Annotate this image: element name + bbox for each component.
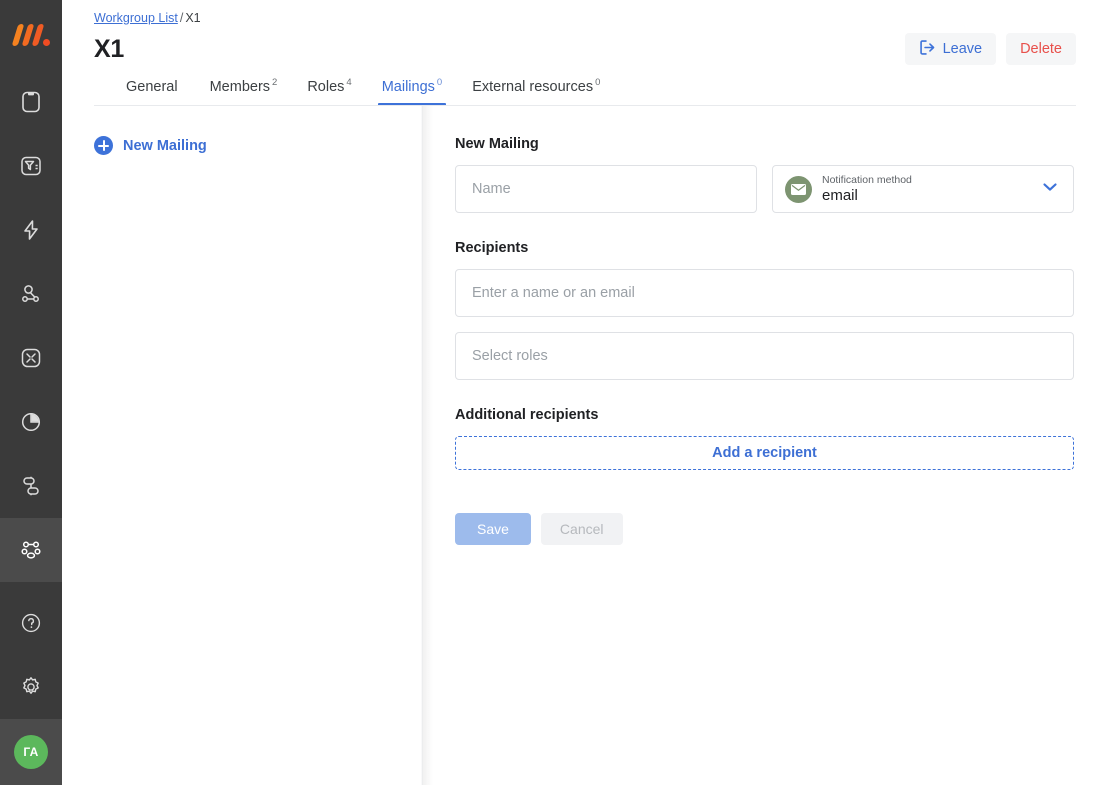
tab-roles-badge: 4	[346, 77, 352, 88]
qr-scan-icon	[19, 346, 43, 370]
plus-circle-icon	[94, 136, 113, 155]
new-mailing-label: New Mailing	[123, 137, 207, 154]
leave-button[interactable]: Leave	[904, 33, 997, 65]
leave-button-label: Leave	[942, 41, 983, 57]
pie-chart-icon	[19, 410, 43, 434]
title-row: X1 Leave Delete	[94, 33, 1076, 65]
cancel-button[interactable]: Cancel	[540, 513, 623, 545]
page-title: X1	[94, 34, 124, 63]
sidebar-item-reports[interactable]	[0, 390, 62, 454]
tab-members[interactable]: Members 2	[209, 77, 278, 106]
name-input[interactable]: Name	[455, 165, 757, 213]
delete-button-label: Delete	[1020, 41, 1062, 57]
form-actions: Save Cancel	[455, 513, 1074, 545]
tab-mailings[interactable]: Mailings 0	[377, 77, 447, 106]
recipients-label: Recipients	[455, 240, 529, 256]
app-root: ГА Workgroup List / X1 X1 Leave Delete G…	[0, 0, 1102, 785]
sidebar-item-workgroups[interactable]	[0, 518, 62, 582]
notification-method-select[interactable]: Notification method email	[772, 165, 1074, 213]
exit-icon	[919, 39, 936, 60]
tab-general-label: General	[126, 79, 178, 95]
tablet-icon	[20, 90, 42, 114]
lightning-bolt-icon	[19, 218, 43, 242]
rail-bottom-items: ГА	[0, 591, 62, 785]
delete-button[interactable]: Delete	[1006, 33, 1076, 65]
notification-method-caption: Notification method	[822, 173, 912, 186]
tab-mailings-badge: 0	[436, 77, 443, 88]
tab-mailings-label: Mailings	[381, 79, 435, 95]
name-and-method-row: Name Notification method email	[455, 165, 1074, 213]
tab-roles-label: Roles	[307, 79, 345, 95]
avatar-container[interactable]: ГА	[0, 719, 62, 785]
sidebar-item-settings[interactable]	[0, 655, 62, 719]
new-mailing-button[interactable]: New Mailing	[94, 136, 207, 155]
flow-branch-icon	[19, 474, 43, 498]
breadcrumb-separator: /	[179, 11, 184, 25]
save-button[interactable]: Save	[455, 513, 531, 545]
breadcrumb-current: X1	[185, 11, 201, 25]
form-heading: New Mailing	[455, 136, 539, 152]
chevron-down-icon[interactable]	[1041, 180, 1059, 198]
node-link-icon	[19, 282, 43, 306]
filter-list-icon	[19, 154, 43, 178]
add-recipient-button[interactable]: Add a recipient	[455, 436, 1074, 470]
app-logo[interactable]	[0, 0, 62, 70]
help-circle-icon	[19, 611, 43, 635]
header-actions: Leave Delete	[904, 33, 1076, 65]
breadcrumb-link-workgroup-list[interactable]: Workgroup List	[94, 11, 178, 25]
recipients-input[interactable]: Enter a name or an email	[455, 269, 1074, 317]
sidebar-item-automations[interactable]	[0, 198, 62, 262]
workgroups-icon	[18, 537, 44, 563]
sidebar-item-scan[interactable]	[0, 326, 62, 390]
new-mailing-form: New Mailing Name Notification method ema…	[423, 106, 1102, 785]
sidebar-item-filters[interactable]	[0, 134, 62, 198]
main-content: Workgroup List / X1 X1 Leave Delete Gene…	[62, 0, 1102, 785]
tab-external-resources[interactable]: External resources 0	[472, 77, 601, 106]
mailing-list-panel: New Mailing	[62, 106, 421, 785]
notification-method-texts: Notification method email	[822, 174, 912, 204]
sidebar-item-connections[interactable]	[0, 262, 62, 326]
sidebar-item-flows[interactable]	[0, 454, 62, 518]
rail-item-list	[0, 70, 62, 582]
envelope-icon	[785, 175, 812, 203]
logo-dot	[43, 39, 50, 46]
avatar[interactable]: ГА	[14, 735, 48, 769]
tab-general[interactable]: General	[126, 79, 180, 106]
page-header: Workgroup List / X1 X1 Leave Delete Gene…	[62, 0, 1102, 106]
left-nav-rail: ГА	[0, 0, 62, 785]
roles-select-input[interactable]: Select roles	[455, 332, 1074, 380]
tab-external-resources-label: External resources	[472, 79, 594, 95]
breadcrumb: Workgroup List / X1	[94, 8, 1076, 25]
tab-roles[interactable]: Roles 4	[307, 77, 352, 106]
tab-external-resources-badge: 0	[595, 77, 601, 88]
tab-members-label: Members	[209, 79, 271, 95]
tab-bar: General Members 2 Roles 4 Mailings 0 Ext…	[94, 65, 1076, 106]
sidebar-item-devices[interactable]	[0, 70, 62, 134]
notification-method-value: email	[822, 186, 858, 204]
body-split: New Mailing New Mailing Name Notificatio…	[62, 106, 1102, 785]
gear-icon	[19, 675, 43, 699]
tab-members-badge: 2	[272, 77, 278, 88]
additional-recipients-label: Additional recipients	[455, 407, 599, 423]
app-logo-mark	[11, 24, 50, 46]
sidebar-item-help[interactable]	[0, 591, 62, 655]
